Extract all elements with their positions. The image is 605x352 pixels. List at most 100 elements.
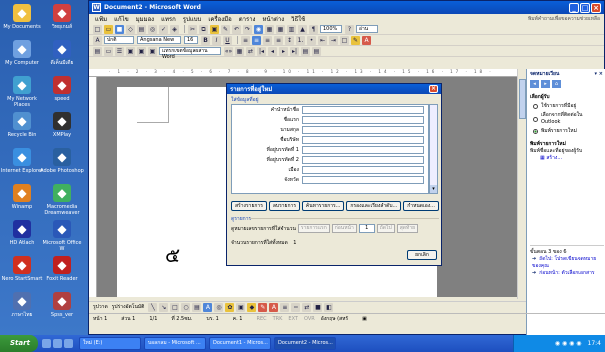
desktop-icon[interactable]: ◆ Internet Explorer: [0, 148, 44, 174]
previous-entry-button[interactable]: ก่อนหน้า: [331, 224, 357, 233]
autoshapes-menu[interactable]: รูปร่างอัตโนมัติ: [112, 303, 145, 311]
spelling-icon[interactable]: ✓: [159, 24, 168, 34]
help-question-box[interactable]: พิมพ์คำถามเพื่อขอความช่วยเหลือ: [528, 15, 600, 23]
justify-icon[interactable]: ≡: [274, 35, 283, 45]
start-button[interactable]: Start: [0, 335, 38, 352]
cut-icon[interactable]: ✂: [188, 24, 197, 34]
line-color-icon[interactable]: ✎: [258, 302, 268, 312]
drawing-icon[interactable]: ▲: [298, 24, 307, 34]
desktop-icon[interactable]: ◆ Winamp: [0, 184, 44, 210]
align-left-icon[interactable]: ≡: [241, 35, 250, 45]
menu-window[interactable]: หน้าต่าง: [263, 14, 285, 24]
find-entry-button[interactable]: ค้นหารายการ...: [301, 201, 345, 211]
horizontal-ruler[interactable]: · 1 · 2 · 3 · 4 · 5 · 6 · 7 · 8 · 9 · 10…: [89, 69, 517, 77]
last-record-icon[interactable]: ▸|: [290, 46, 299, 56]
desktop-icon[interactable]: ◆ XMPlay: [40, 112, 84, 138]
desktop-icon[interactable]: ◆ ภาษาไทย: [0, 292, 44, 318]
font-select[interactable]: Angsana New: [137, 36, 181, 44]
back-icon[interactable]: ◂: [530, 80, 539, 88]
status-rec[interactable]: REC: [256, 316, 266, 322]
help-icon[interactable]: ?: [345, 24, 354, 34]
styles-pane-icon[interactable]: A: [93, 35, 102, 45]
field-input[interactable]: [302, 146, 424, 154]
filter-sort-button[interactable]: กรองและเรียงลำดับ...: [346, 201, 402, 211]
menu-insert[interactable]: แทรก: [161, 14, 176, 24]
field-input[interactable]: [302, 176, 424, 184]
arrow-style-icon[interactable]: ⇄: [302, 302, 312, 312]
insert-table-icon[interactable]: ▦: [276, 24, 285, 34]
oval-icon[interactable]: ○: [181, 302, 191, 312]
redo-icon[interactable]: ↷: [243, 24, 252, 34]
menu-help[interactable]: วิธีใช้: [291, 14, 305, 24]
align-center-icon[interactable]: ≡: [252, 35, 261, 45]
hyperlink-icon[interactable]: ◉: [254, 24, 263, 34]
print-icon[interactable]: ▤: [137, 24, 146, 34]
field-input[interactable]: [302, 106, 424, 114]
ie-quick-icon[interactable]: [42, 339, 51, 348]
scroll-down-icon[interactable]: ▾: [430, 185, 437, 193]
maximize-button[interactable]: □: [580, 2, 590, 13]
create-list-link[interactable]: ▦ สร้าง...: [540, 155, 603, 162]
arrow-icon[interactable]: ↘: [159, 302, 169, 312]
desktop-icon[interactable]: ◆ วิทยุเกมส์: [40, 4, 84, 30]
new-entry-button[interactable]: สร้างรายการ: [231, 201, 267, 211]
tray-icons[interactable]: ◉ ◉ ◉ ◉: [555, 340, 582, 347]
increase-indent-icon[interactable]: ⇥: [329, 35, 338, 45]
tables-borders-icon[interactable]: ▦: [265, 24, 274, 34]
shadow-icon[interactable]: ■: [313, 302, 323, 312]
merge-to-printer-icon[interactable]: ▤: [312, 46, 321, 56]
font-color-icon[interactable]: A: [362, 35, 371, 45]
diagram-icon[interactable]: ◎: [214, 302, 224, 312]
bold-icon[interactable]: B: [201, 35, 210, 45]
spelling-status-icon[interactable]: ▣: [362, 316, 367, 322]
menu-tools[interactable]: เครื่องมือ: [208, 14, 231, 24]
radio-selected-icon[interactable]: [533, 129, 538, 134]
option-existing-list[interactable]: ใช้รายการที่มีอยู่: [533, 103, 603, 110]
title-bar[interactable]: W Document2 - Microsoft Word _ □ ×: [89, 1, 604, 14]
next-record-icon[interactable]: ▸: [279, 46, 288, 56]
media-quick-icon[interactable]: [64, 339, 73, 348]
line-icon[interactable]: ╲: [148, 302, 158, 312]
wordart-icon[interactable]: A: [203, 302, 213, 312]
scroll-thumb[interactable]: [519, 79, 526, 119]
style-select[interactable]: ปกติ: [104, 36, 134, 44]
desktop-icon[interactable]: ◆ Foxit Reader: [40, 256, 84, 282]
dialog-close-button[interactable]: ×: [429, 85, 438, 93]
desktop-icon[interactable]: ◆ ดีเค็นมีเดีย: [40, 40, 84, 66]
rectangle-icon[interactable]: □: [170, 302, 180, 312]
recipients-icon[interactable]: ☰: [115, 46, 124, 56]
line-spacing-icon[interactable]: ↕: [285, 35, 294, 45]
permission-icon[interactable]: ◇: [126, 24, 135, 34]
read-button[interactable]: อ่าน: [356, 25, 378, 33]
desktop-icon[interactable]: ◆ HD Atlach: [0, 220, 44, 246]
option-outlook-contacts[interactable]: เลือกจากที่ติดต่อใน Outlook: [533, 112, 603, 126]
menu-edit[interactable]: แก้ไข: [114, 14, 129, 24]
field-input[interactable]: [302, 126, 424, 134]
menu-file[interactable]: แฟ้ม: [95, 14, 107, 24]
desktop-icon[interactable]: ◆ My Network Places: [0, 76, 44, 108]
desktop-icon[interactable]: ◆ Spss_ver: [40, 292, 84, 318]
clipart-icon[interactable]: ✿: [225, 302, 235, 312]
field-input[interactable]: [302, 136, 424, 144]
insert-word-field-select[interactable]: แทรกเขตข้อมูลผสาน Word: [159, 47, 221, 60]
desktop-quick-icon[interactable]: [53, 339, 62, 348]
zoom-select[interactable]: 100%: [320, 25, 342, 33]
save-icon[interactable]: ■: [115, 24, 124, 34]
show-hide-icon[interactable]: ¶: [309, 24, 318, 34]
open-folder-icon[interactable]: ▭: [104, 24, 113, 34]
taskbar-button[interactable]: Document2 - Micros...: [274, 337, 336, 350]
border-icon[interactable]: □: [340, 35, 349, 45]
option-type-new-list[interactable]: พิมพ์รายการใหม่: [533, 128, 603, 135]
delete-entry-button[interactable]: ลบรายการ: [268, 201, 301, 211]
highlight-icon[interactable]: ✎: [351, 35, 360, 45]
menu-format[interactable]: รูปแบบ: [183, 14, 202, 24]
italic-icon[interactable]: I: [212, 35, 221, 45]
desktop-icon[interactable]: ◆ Recycle Bin: [0, 112, 44, 138]
underline-icon[interactable]: U: [223, 35, 232, 45]
radio-icon[interactable]: [533, 104, 538, 109]
undo-icon[interactable]: ↶: [232, 24, 241, 34]
close-button[interactable]: ×: [591, 2, 601, 13]
vertical-ruler[interactable]: [89, 77, 97, 297]
open-data-source-icon[interactable]: ▭: [104, 46, 113, 56]
copy-icon[interactable]: ⧉: [199, 24, 208, 34]
